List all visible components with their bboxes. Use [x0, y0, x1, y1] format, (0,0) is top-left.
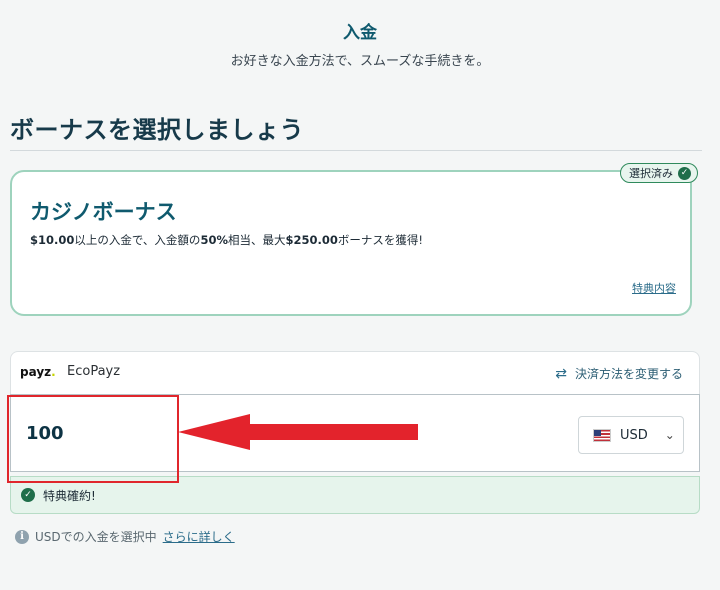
bonus-name: カジノボーナス — [30, 200, 177, 224]
bonus-desc-text-2: 相当、最大 — [227, 233, 286, 247]
bonus-desc-text-3: ボーナスを獲得! — [337, 233, 423, 247]
annotation-highlight-box — [7, 395, 179, 483]
max-bonus-amount: $250.00 — [285, 233, 338, 247]
bonus-percent: 50% — [200, 233, 228, 247]
section-divider — [10, 150, 702, 151]
us-flag-icon — [593, 428, 611, 442]
currency-info-line: i USDでの入金を選択中 さらに詳しく — [15, 528, 235, 545]
currency-select[interactable]: USD ⌄ — [578, 416, 684, 454]
info-icon: i — [15, 529, 29, 544]
bonus-section-title: ボーナスを選択しましょう — [10, 116, 304, 144]
chevron-down-icon: ⌄ — [664, 428, 675, 442]
min-deposit-amount: $10.00 — [30, 233, 75, 247]
currency-info-text: USDでの入金を選択中 — [35, 530, 157, 544]
page-subtitle: お好きな入金方法で、スムーズな手続きを。 — [230, 54, 490, 69]
payz-logo: payz. — [20, 365, 56, 379]
annotation-arrow-head — [178, 414, 250, 450]
bonus-desc-text-1: 以上の入金で、入金額の — [74, 233, 201, 247]
bonus-details-link[interactable]: 特典内容 — [632, 280, 676, 296]
change-payment-method-button[interactable]: ⇄ 決済方法を変更する — [555, 365, 683, 382]
page-title: 入金 — [343, 23, 377, 43]
check-icon: ✓ — [21, 488, 35, 502]
payment-method-bar: payz. EcoPayz ⇄ 決済方法を変更する — [10, 351, 700, 394]
swap-arrows-icon: ⇄ — [555, 365, 567, 382]
annotation-arrow-shaft — [248, 424, 418, 440]
learn-more-link[interactable]: さらに詳しく — [163, 528, 235, 545]
payz-logo-text: payz — [20, 365, 52, 379]
selected-badge-label: 選択済み — [629, 167, 673, 180]
bonus-confirmed-label: 特典確約! — [43, 488, 96, 503]
change-payment-method-label: 決済方法を変更する — [574, 367, 683, 381]
casino-bonus-card[interactable]: カジノボーナス $10.00以上の入金で、入金額の50%相当、最大$250.00… — [10, 170, 692, 316]
payment-method-name: EcoPayz — [67, 364, 121, 379]
selected-badge: 選択済み ✓ — [620, 163, 698, 183]
check-icon: ✓ — [678, 166, 691, 180]
currency-label: USD — [620, 427, 648, 443]
bonus-description: $10.00以上の入金で、入金額の50%相当、最大$250.00ボーナスを獲得! — [30, 232, 423, 248]
payz-logo-dot: . — [51, 365, 56, 379]
